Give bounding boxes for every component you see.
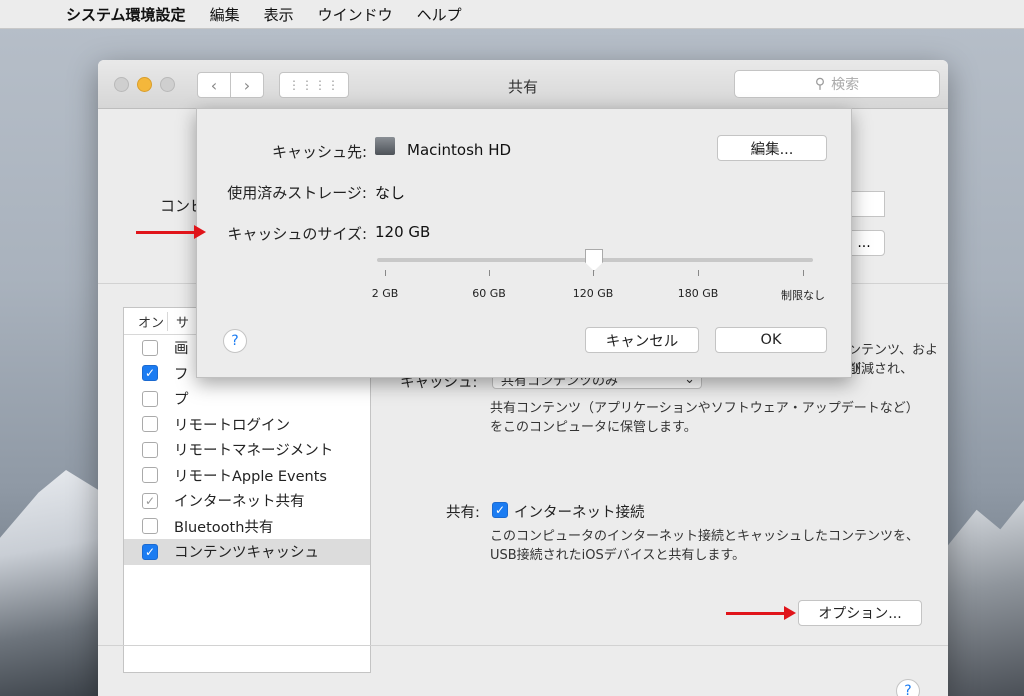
search-field[interactable]: ⚲ 検索: [734, 70, 940, 98]
desktop-mountain-left: [0, 470, 110, 696]
ok-button[interactable]: OK: [715, 327, 827, 353]
menu-view[interactable]: 表示: [264, 4, 294, 25]
slider-tick-label: 2 GB: [371, 287, 399, 300]
service-checkbox[interactable]: ✓: [142, 492, 158, 509]
cache-destination-value: Macintosh HD: [407, 141, 512, 159]
service-label: フ: [174, 366, 189, 383]
menu-window[interactable]: ウインドウ: [318, 4, 393, 25]
list-item[interactable]: リモートマネージメント: [124, 437, 370, 463]
menu-bar: システム環境設定 編集 表示 ウインドウ ヘルプ: [0, 0, 1024, 29]
slider-tick-label: 180 GB: [677, 287, 719, 300]
slider-tick: [593, 270, 594, 276]
service-checkbox[interactable]: ✓: [142, 543, 158, 560]
cache-size-slider-knob[interactable]: [585, 249, 603, 271]
search-placeholder: 検索: [831, 77, 860, 93]
options-button[interactable]: オプション...: [798, 600, 922, 626]
used-storage-value: なし: [375, 184, 406, 202]
cache-description-line1: 共有コンテンツ（アプリケーションやソフトウェア・アップデートなど）: [490, 401, 919, 416]
hard-disk-icon: [375, 137, 395, 155]
service-checkbox[interactable]: [142, 518, 158, 535]
title-bar: ‹ › ⋮⋮⋮⋮ 共有 ⚲ 検索: [98, 60, 948, 109]
slider-tick-label: 60 GB: [472, 287, 506, 300]
service-label: Bluetooth共有: [174, 519, 274, 536]
menu-app-name[interactable]: システム環境設定: [66, 4, 186, 25]
cache-size-value: 120 GB: [375, 223, 431, 241]
slider-tick: [385, 270, 386, 276]
service-checkbox[interactable]: [142, 441, 158, 458]
list-item[interactable]: Bluetooth共有: [124, 514, 370, 540]
menu-edit[interactable]: 編集: [210, 4, 240, 25]
service-description-line2: 削減され、: [848, 362, 914, 377]
service-checkbox[interactable]: [142, 339, 158, 356]
list-item[interactable]: リモートログイン: [124, 412, 370, 438]
desktop-mountain-right: [945, 500, 1024, 696]
list-item[interactable]: ✓ インターネット共有: [124, 488, 370, 514]
cache-description-line2: をこのコンピュータに保管します。: [490, 420, 697, 435]
service-checkbox[interactable]: [142, 467, 158, 484]
share-description-line1: このコンピュータのインターネット接続とキャッシュしたコンテンツを、: [490, 529, 920, 544]
share-description-line2: USB接続されたiOSデバイスと共有します。: [490, 548, 746, 563]
column-header-on[interactable]: オン: [124, 311, 168, 331]
used-storage-label: 使用済みストレージ:: [227, 184, 367, 202]
help-button[interactable]: ?: [896, 679, 920, 696]
list-item[interactable]: リモートApple Events: [124, 463, 370, 489]
list-item-selected[interactable]: ✓ コンテンツキャッシュ: [124, 539, 370, 565]
cache-destination-label: キャッシュ先:: [271, 143, 367, 161]
internet-connection-label[interactable]: インターネット接続: [514, 501, 645, 522]
search-icon: ⚲: [814, 76, 826, 92]
slider-tick: [698, 270, 699, 276]
slider-tick-label: 120 GB: [572, 287, 614, 300]
menu-help[interactable]: ヘルプ: [417, 4, 462, 25]
slider-tick: [489, 270, 490, 276]
slider-tick: [803, 270, 804, 276]
service-label: リモートApple Events: [174, 468, 327, 485]
bottom-divider: [98, 645, 948, 646]
cancel-button[interactable]: キャンセル: [585, 327, 699, 353]
service-checkbox[interactable]: ✓: [142, 365, 158, 382]
annotation-arrow-cache-size: [136, 225, 206, 239]
annotation-arrow-options: [726, 606, 796, 620]
service-label: リモートマネージメント: [174, 443, 334, 460]
internet-connection-checkbox[interactable]: ✓: [492, 502, 508, 518]
share-label: 共有:: [446, 505, 480, 521]
service-checkbox[interactable]: [142, 390, 158, 407]
service-label: リモートログイン: [174, 417, 290, 434]
service-label: インターネット共有: [174, 494, 305, 511]
cache-options-sheet: キャッシュ先: Macintosh HD 編集... 使用済みストレージ: なし…: [196, 108, 852, 378]
edit-button[interactable]: 編集...: [717, 135, 827, 161]
service-label: コンテンツキャッシュ: [174, 545, 319, 562]
column-header-service[interactable]: サ: [168, 312, 189, 331]
service-label: プ: [174, 392, 189, 409]
service-checkbox[interactable]: [142, 416, 158, 433]
slider-tick-label: 制限なし: [781, 289, 825, 302]
help-button[interactable]: ?: [223, 329, 247, 353]
service-label: 画: [174, 341, 189, 358]
list-item[interactable]: プ: [124, 386, 370, 412]
cache-size-label: キャッシュのサイズ:: [227, 225, 367, 243]
